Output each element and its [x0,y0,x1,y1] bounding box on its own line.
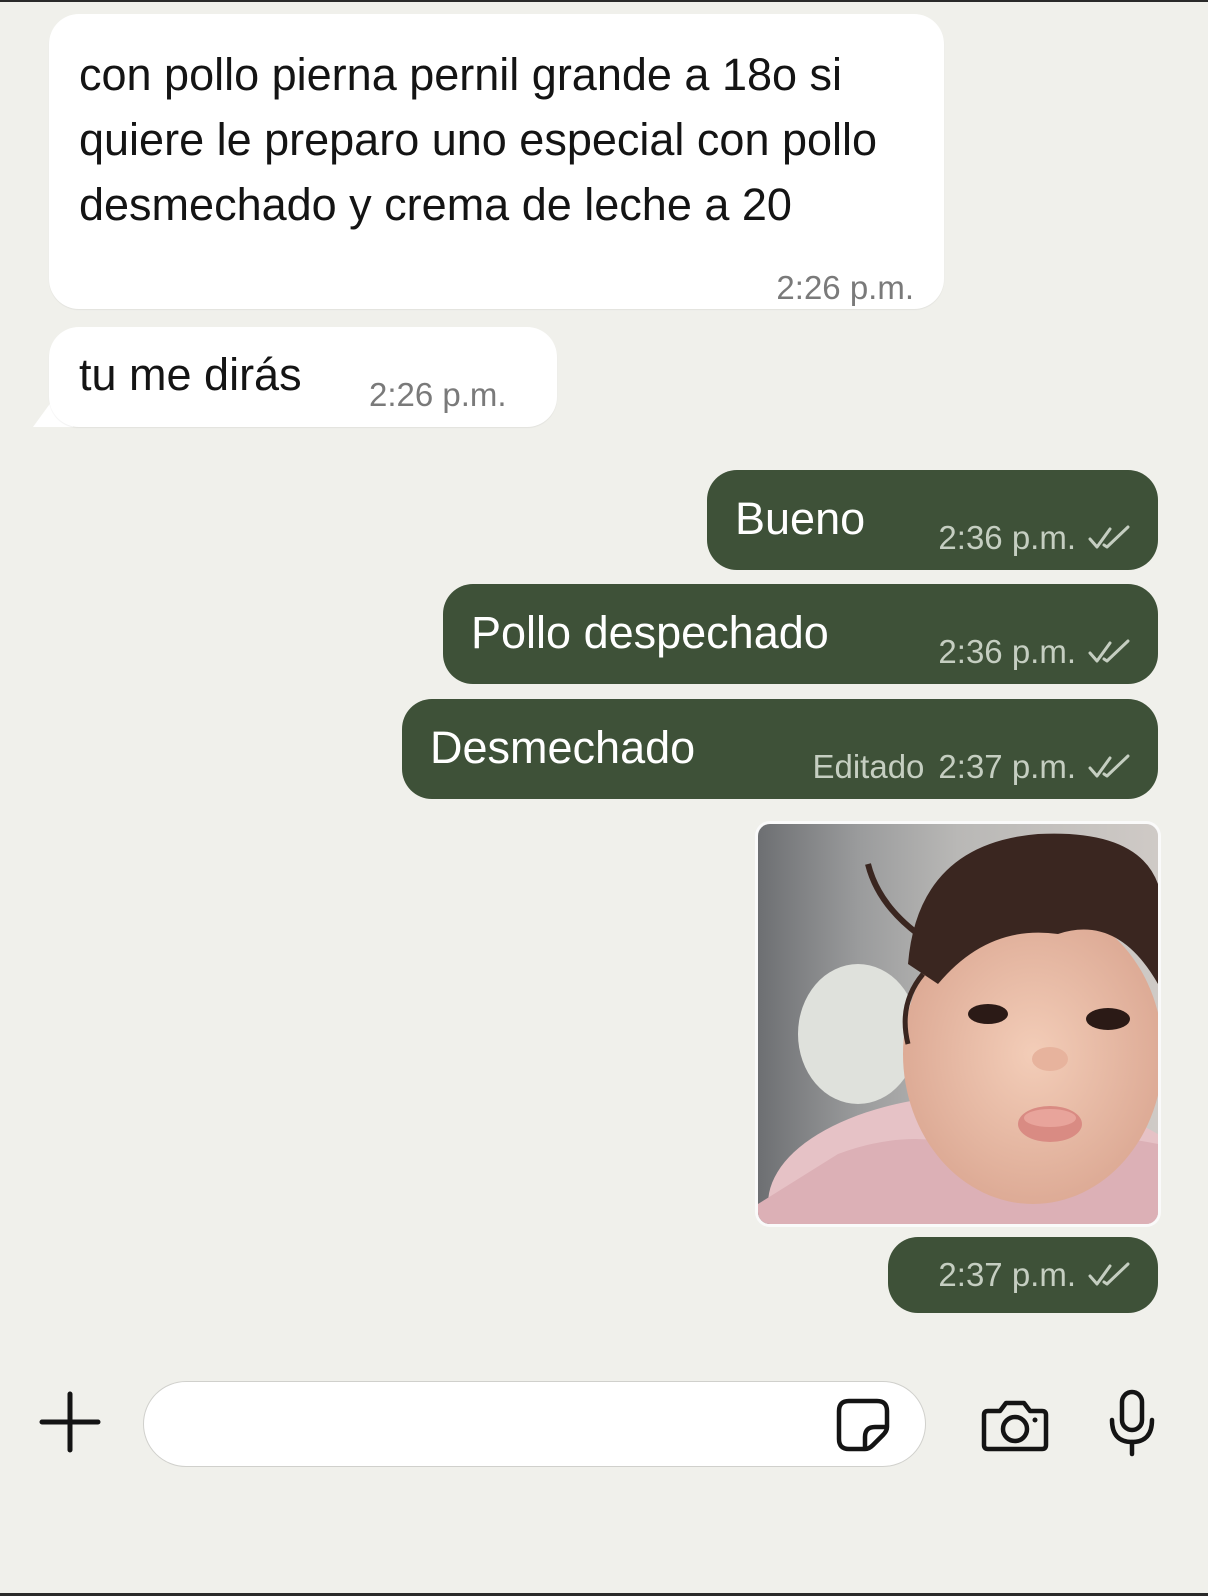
edited-label: Editado [812,748,925,785]
outgoing-message[interactable]: Pollo despechado 2:36 p.m. [443,584,1158,684]
message-time: 2:26 p.m. [369,375,507,415]
time-label: 2:26 p.m. [776,269,914,306]
message-text: Pollo despechado [471,607,829,658]
time-label: 2:37 p.m. [938,1256,1076,1293]
plus-icon[interactable] [38,1390,102,1454]
time-label: 2:37 p.m. [938,748,1076,785]
message-text: Desmechado [430,722,696,773]
sticker-icon[interactable] [835,1397,891,1453]
message-time: 2:36 p.m. [938,632,1132,672]
read-ticks-icon [1088,639,1130,663]
top-divider [0,0,1208,2]
microphone-icon[interactable] [1107,1388,1157,1458]
baby-photo [758,824,1158,1224]
time-label: 2:26 p.m. [369,376,507,413]
camera-icon[interactable] [980,1397,1050,1453]
outgoing-message[interactable]: Desmechado Editado 2:37 p.m. [402,699,1158,799]
outgoing-message[interactable]: Bueno 2:36 p.m. [707,470,1158,570]
outgoing-message[interactable]: 2:37 p.m. [888,1237,1158,1313]
time-label: 2:36 p.m. [938,519,1076,556]
read-ticks-icon [1088,1262,1130,1286]
read-ticks-icon [1088,525,1130,549]
message-time: Editado 2:37 p.m. [812,747,1132,787]
message-input[interactable] [143,1381,926,1467]
message-text: tu me dirás [79,349,302,400]
message-time: 2:26 p.m. [776,268,914,308]
time-label: 2:36 p.m. [938,633,1076,670]
image-message[interactable] [758,824,1158,1224]
message-text: Bueno [735,493,866,544]
message-text: con pollo pierna pernil grande a 18o si … [79,49,878,230]
read-ticks-icon [1088,754,1130,778]
message-time: 2:37 p.m. [938,1255,1132,1295]
message-time: 2:36 p.m. [938,518,1132,558]
incoming-message[interactable]: con pollo pierna pernil grande a 18o si … [49,14,944,309]
incoming-message[interactable]: tu me dirás 2:26 p.m. [49,327,557,427]
